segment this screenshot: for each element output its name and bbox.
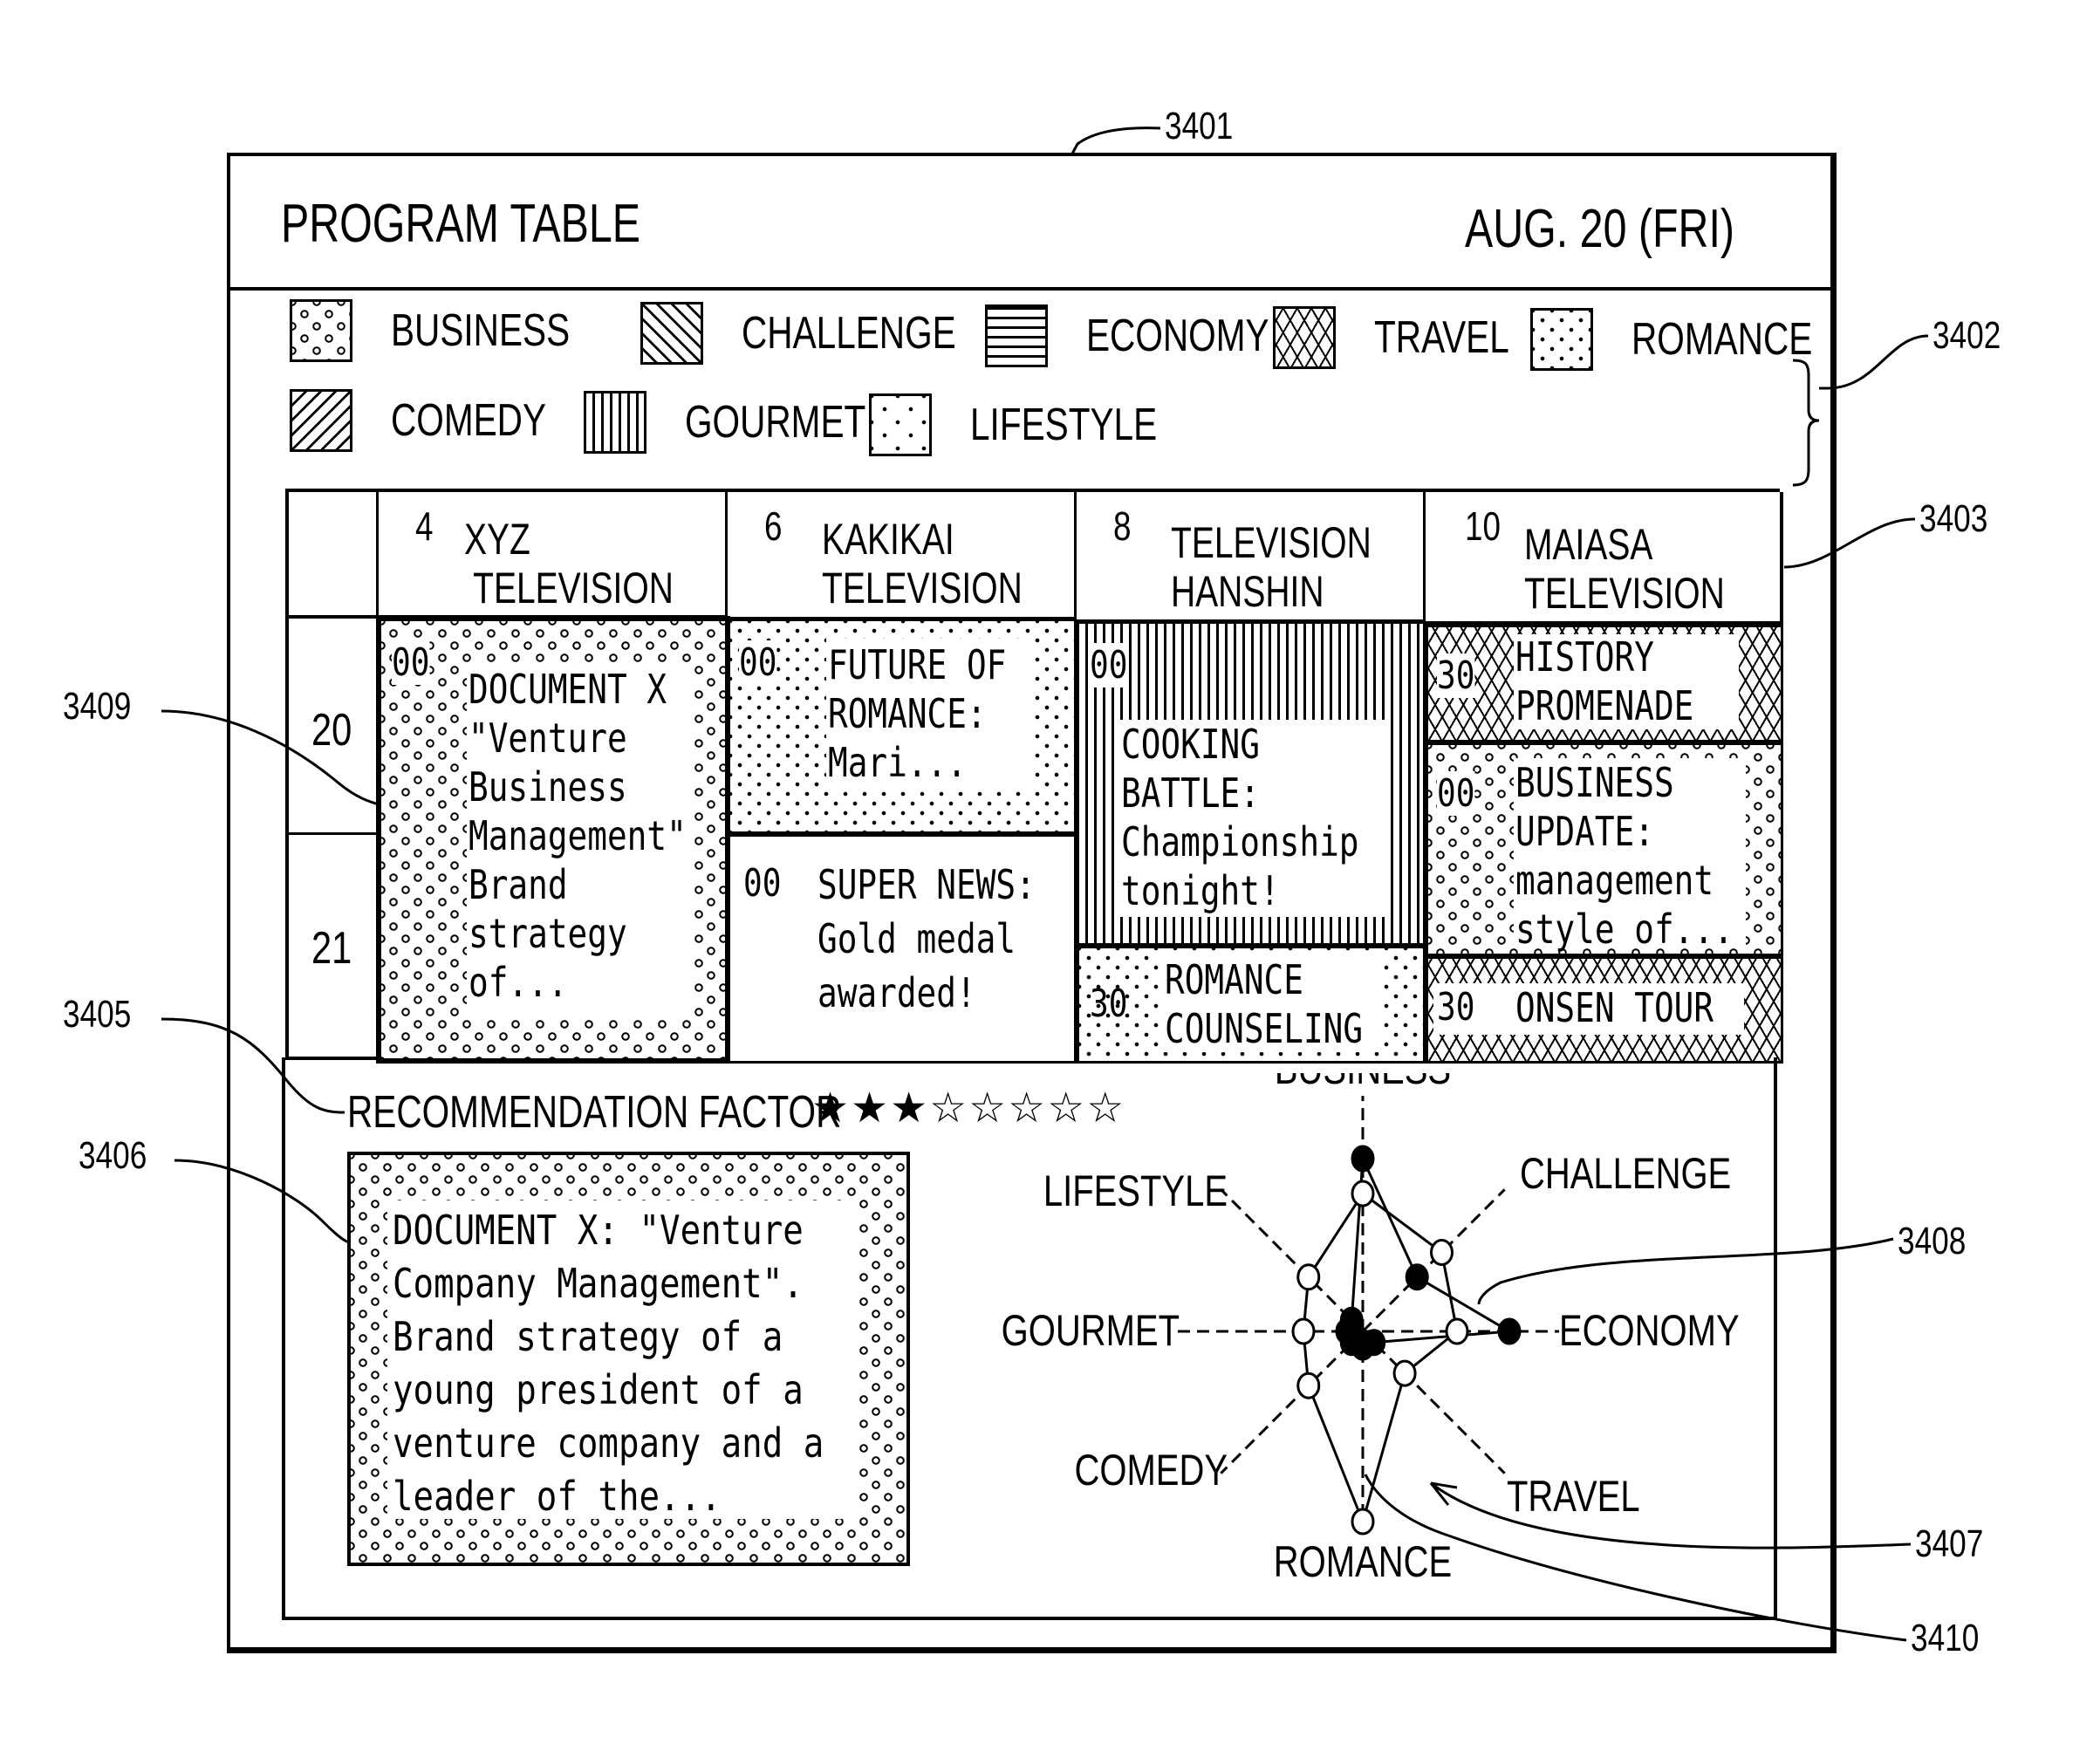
program-minute: 30	[1437, 985, 1475, 1029]
channel-name: XYZ TELEVISION	[464, 515, 674, 612]
hour-label: 20	[311, 705, 352, 756]
travel-pattern-swatch	[1273, 305, 1336, 369]
legend-label: ECONOMY	[1086, 310, 1269, 361]
radar-point-user-romance	[1351, 1508, 1375, 1536]
radar-point-program-economy	[1497, 1317, 1522, 1345]
radar-point-user-travel	[1392, 1359, 1417, 1387]
program-cell-business-update[interactable]: 00 BUSINESS UPDATE: management style of.…	[1426, 742, 1783, 956]
economy-pattern-swatch	[985, 304, 1048, 367]
radar-axis-lifestyle	[1220, 1188, 1365, 1333]
legend-label: CHALLENGE	[742, 307, 956, 359]
business-pattern-swatch	[290, 298, 352, 362]
program-title: HISTORY PROMENADE	[1515, 633, 1694, 729]
radar-point-user-comedy	[1296, 1372, 1321, 1399]
radar-axis-label: ROMANCE	[1274, 1537, 1452, 1586]
legend-lifestyle[interactable]: LIFESTYLE	[869, 392, 1210, 457]
genre-radar-chart: BUSINESS CHALLENGE ECONOMY TRAVEL ROMANCE COM…	[1002, 1073, 1740, 1586]
radar-point-program-business	[1351, 1145, 1375, 1173]
channel-header[interactable]: 10 MAIASA TELEVISION	[1426, 492, 1783, 625]
legend-travel[interactable]: TRAVEL	[1273, 304, 1547, 370]
channel-header[interactable]: 6 KAKIKAI TELEVISION	[728, 492, 1077, 620]
program-detail-box: DOCUMENT X: "Venture Company Management"…	[347, 1152, 910, 1566]
radar-point-program-challenge	[1405, 1263, 1429, 1291]
program-minute: 00	[739, 640, 777, 685]
date-display: AUG. 20 (FRI)	[1465, 199, 1735, 259]
radar-axis-label: ECONOMY	[1559, 1306, 1740, 1355]
program-minute: 30	[1090, 982, 1128, 1026]
radar-axis-label: GOURMET	[1002, 1306, 1180, 1355]
program-minute: 00	[1437, 771, 1475, 816]
program-grid: 4 XYZ TELEVISION 6 KAKIKAI TELEVISION 8 …	[285, 489, 1783, 1064]
radar-axis-label: LIFESTYLE	[1043, 1166, 1228, 1215]
program-title: COOKING BATTLE: Championship tonight!	[1121, 721, 1359, 914]
radar-point-user-business	[1351, 1180, 1375, 1207]
star-filled-icon: ★	[890, 1084, 930, 1132]
legend-gourmet[interactable]: GOURMET	[584, 389, 917, 455]
channel-number: 4	[415, 503, 434, 549]
channel-header[interactable]: 8 TELEVISION HANSHIN	[1077, 492, 1426, 623]
radar-point-user-gourmet	[1291, 1317, 1316, 1345]
program-title: BUSINESS UPDATE: management style of...	[1515, 759, 1734, 953]
channel-name: KAKIKAI TELEVISION	[822, 515, 1023, 612]
romance-pattern-swatch	[1530, 307, 1593, 371]
legend-label: COMEDY	[391, 394, 547, 446]
program-title: FUTURE OF ROMANCE: Mari...	[828, 641, 1007, 786]
channel-name: MAIASA TELEVISION	[1524, 520, 1725, 618]
program-minute: 30	[1437, 653, 1475, 698]
comedy-pattern-swatch	[290, 388, 352, 452]
program-minute: 00	[1090, 643, 1128, 687]
gourmet-pattern-swatch	[584, 390, 646, 454]
radar-point-user-economy	[1445, 1317, 1469, 1345]
legend-economy[interactable]: ECONOMY	[985, 303, 1321, 368]
legend-brace	[1792, 359, 1820, 487]
legend-comedy[interactable]: COMEDY	[290, 387, 590, 453]
title-bar: PROGRAM TABLE AUG. 20 (FRI)	[230, 156, 1830, 291]
channel-header[interactable]: 4 XYZ TELEVISION	[379, 492, 728, 619]
program-minute: 00	[392, 640, 430, 685]
program-cell-cooking-battle[interactable]: 00 COOKING BATTLE: Championship tonight!	[1077, 621, 1426, 946]
channel-number: 10	[1465, 503, 1501, 549]
recommendation-factor-label: RECOMMENDATION FACTOR	[347, 1087, 842, 1138]
legend-label: BUSINESS	[391, 304, 571, 356]
program-title: SUPER NEWS: Gold medal awarded!	[817, 861, 1036, 1016]
legend-label: GOURMET	[685, 396, 866, 448]
channel-number: 6	[764, 503, 783, 549]
star-filled-icon: ★	[811, 1084, 852, 1132]
hour-label: 21	[311, 923, 352, 974]
grid-corner	[289, 492, 379, 619]
program-cell-future-of-romance[interactable]: 00 FUTURE OF ROMANCE: Mari...	[728, 619, 1077, 834]
radar-axis-travel	[1361, 1330, 1506, 1474]
legend-business[interactable]: BUSINESS	[290, 298, 620, 363]
radar-axis-label: COMEDY	[1074, 1446, 1228, 1495]
hour-cell: 21	[289, 835, 379, 1060]
legend-label: TRAVEL	[1374, 311, 1509, 363]
radar-axis-label: CHALLENGE	[1520, 1149, 1731, 1198]
program-cell-onsen-tour[interactable]: 30 ONSEN TOUR	[1426, 956, 1783, 1064]
radar-point-user-challenge	[1430, 1238, 1454, 1266]
challenge-pattern-swatch	[640, 301, 703, 365]
leader-3401	[1070, 127, 1161, 156]
channel-name: TELEVISION HANSHIN	[1171, 518, 1371, 616]
program-cell-history-promenade[interactable]: 30 HISTORY PROMENADE	[1426, 625, 1783, 742]
program-cell-romance-counseling[interactable]: 30 ROMANCE COUNSELING	[1077, 946, 1426, 1064]
program-title: DOCUMENT X "Venture Business Management"…	[469, 666, 687, 1006]
window-title: PROGRAM TABLE	[281, 194, 641, 254]
radar-axis-label: TRAVEL	[1507, 1472, 1640, 1521]
program-detail-text: DOCUMENT X: "Venture Company Management"…	[393, 1207, 824, 1520]
legend-challenge[interactable]: CHALLENGE	[640, 300, 1016, 366]
program-cell-super-news[interactable]: 00 SUPER NEWS: Gold medal awarded!	[728, 834, 1077, 1064]
program-cell-document-x[interactable]: 00 DOCUMENT X "Venture Business Manageme…	[376, 616, 730, 1064]
channel-number: 8	[1113, 503, 1132, 549]
program-title: ONSEN TOUR	[1515, 984, 1714, 1031]
radar-point-user-lifestyle	[1296, 1263, 1321, 1291]
star-filled-icon: ★	[851, 1084, 891, 1132]
radar-point-program-lifestyle	[1339, 1306, 1364, 1334]
program-minute: 00	[743, 861, 782, 906]
radar-axis-comedy	[1220, 1330, 1365, 1474]
legend-label: LIFESTYLE	[970, 399, 1158, 450]
lifestyle-pattern-swatch	[869, 393, 932, 456]
program-title: ROMANCE COUNSELING	[1165, 956, 1364, 1052]
hour-cell: 20	[289, 619, 379, 835]
radar-axis-label: BUSINESS	[1275, 1073, 1451, 1093]
